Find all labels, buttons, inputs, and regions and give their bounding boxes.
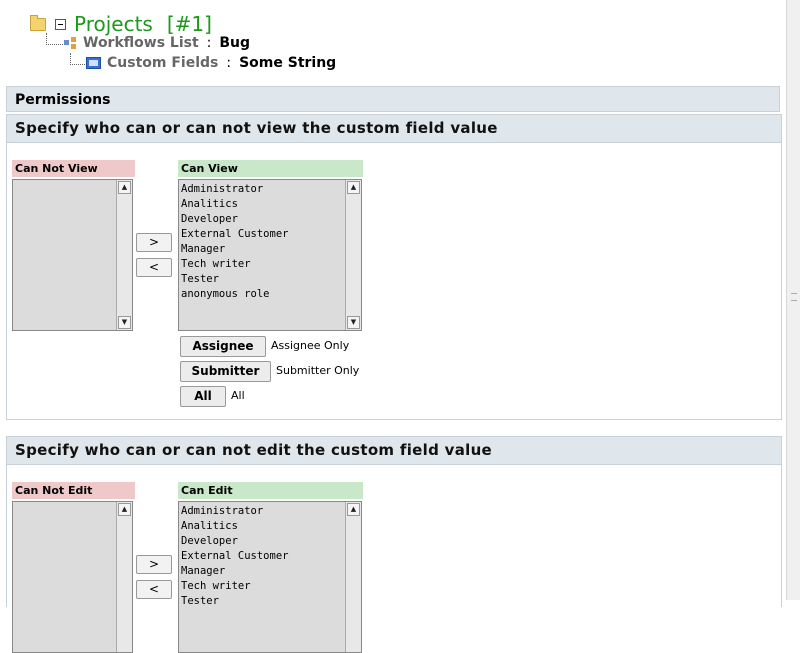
list-item[interactable]: Developer (181, 212, 288, 227)
can-edit-label: Can Edit (178, 482, 363, 499)
tree-connector (46, 33, 63, 45)
submitter-button[interactable]: Submitter (180, 361, 271, 382)
scroll-up-icon[interactable]: ▲ (347, 181, 360, 194)
list-item[interactable]: Manager (181, 564, 288, 579)
move-to-can-edit-button[interactable]: > (136, 555, 172, 574)
list-item[interactable]: Administrator (181, 182, 288, 197)
list-item[interactable]: Tech writer (181, 579, 288, 594)
separator-colon: : (206, 35, 212, 51)
list-item[interactable]: Tester (181, 594, 288, 609)
project-title-link[interactable]: Projects (74, 12, 153, 36)
can-view-items: Administrator Analitics Developer Extern… (181, 182, 288, 302)
tree-connector (70, 53, 85, 65)
can-view-label: Can View (178, 160, 363, 177)
can-edit-list[interactable]: Administrator Analitics Developer Extern… (178, 501, 362, 653)
scrollbar-grip-icon[interactable] (791, 293, 797, 301)
list-item[interactable]: Analitics (181, 519, 288, 534)
project-id: [#1] (166, 12, 212, 36)
list-item[interactable]: Analitics (181, 197, 288, 212)
can-edit-items: Administrator Analitics Developer Extern… (181, 504, 288, 609)
custom-fields-link[interactable]: Custom Fields (107, 55, 218, 71)
can-not-view-list[interactable]: ▲ ▼ (12, 179, 133, 331)
scrollbar[interactable]: ▲ ▼ (116, 180, 132, 330)
scrollbar[interactable]: ▲ (116, 502, 132, 652)
assignee-description: Assignee Only (271, 339, 350, 352)
list-item[interactable]: Developer (181, 534, 288, 549)
move-to-can-not-edit-button[interactable]: < (136, 580, 172, 599)
list-item[interactable]: anonymous role (181, 287, 288, 302)
view-permissions-panel: Specify who can or can not view the cust… (6, 114, 782, 420)
can-not-edit-label: Can Not Edit (12, 482, 135, 499)
scroll-up-icon[interactable]: ▲ (118, 503, 131, 516)
list-item[interactable]: External Customer (181, 227, 288, 242)
move-to-can-view-button[interactable]: > (136, 233, 172, 252)
list-item[interactable]: Tech writer (181, 257, 288, 272)
edit-section-title: Specify who can or can not edit the cust… (7, 437, 781, 465)
move-to-can-not-view-button[interactable]: < (136, 258, 172, 277)
collapse-icon[interactable] (55, 18, 66, 30)
assignee-button[interactable]: Assignee (180, 336, 266, 357)
list-item[interactable]: External Customer (181, 549, 288, 564)
scrollbar[interactable]: ▲ ▼ (345, 180, 361, 330)
separator-colon: : (226, 55, 232, 71)
custom-field-name: Some String (239, 55, 337, 71)
scroll-down-icon[interactable]: ▼ (118, 316, 131, 329)
can-not-view-label: Can Not View (12, 160, 135, 177)
workflows-list-link[interactable]: Workflows List (83, 35, 199, 51)
edit-permissions-panel: Specify who can or can not edit the cust… (6, 436, 782, 653)
submitter-description: Submitter Only (276, 364, 360, 377)
all-button[interactable]: All (180, 386, 226, 407)
view-section-title: Specify who can or can not view the cust… (7, 115, 781, 143)
list-item[interactable]: Manager (181, 242, 288, 257)
can-not-edit-list[interactable]: ▲ (12, 501, 133, 653)
workflow-name: Bug (219, 35, 251, 51)
breadcrumb: Projects [#1] Workflows List : Bug Custo… (0, 0, 786, 84)
list-item[interactable]: Administrator (181, 504, 288, 519)
folder-icon (30, 14, 46, 31)
workflow-icon (64, 37, 77, 49)
scrollbar[interactable]: ▲ (345, 502, 361, 652)
permissions-header: Permissions (6, 86, 780, 112)
scroll-up-icon[interactable]: ▲ (347, 503, 360, 516)
scroll-up-icon[interactable]: ▲ (118, 181, 131, 194)
list-item[interactable]: Tester (181, 272, 288, 287)
all-description: All (231, 389, 245, 402)
custom-field-icon (86, 57, 101, 69)
page-scrollbar[interactable] (786, 0, 800, 600)
can-view-list[interactable]: Administrator Analitics Developer Extern… (178, 179, 362, 331)
scroll-down-icon[interactable]: ▼ (347, 316, 360, 329)
